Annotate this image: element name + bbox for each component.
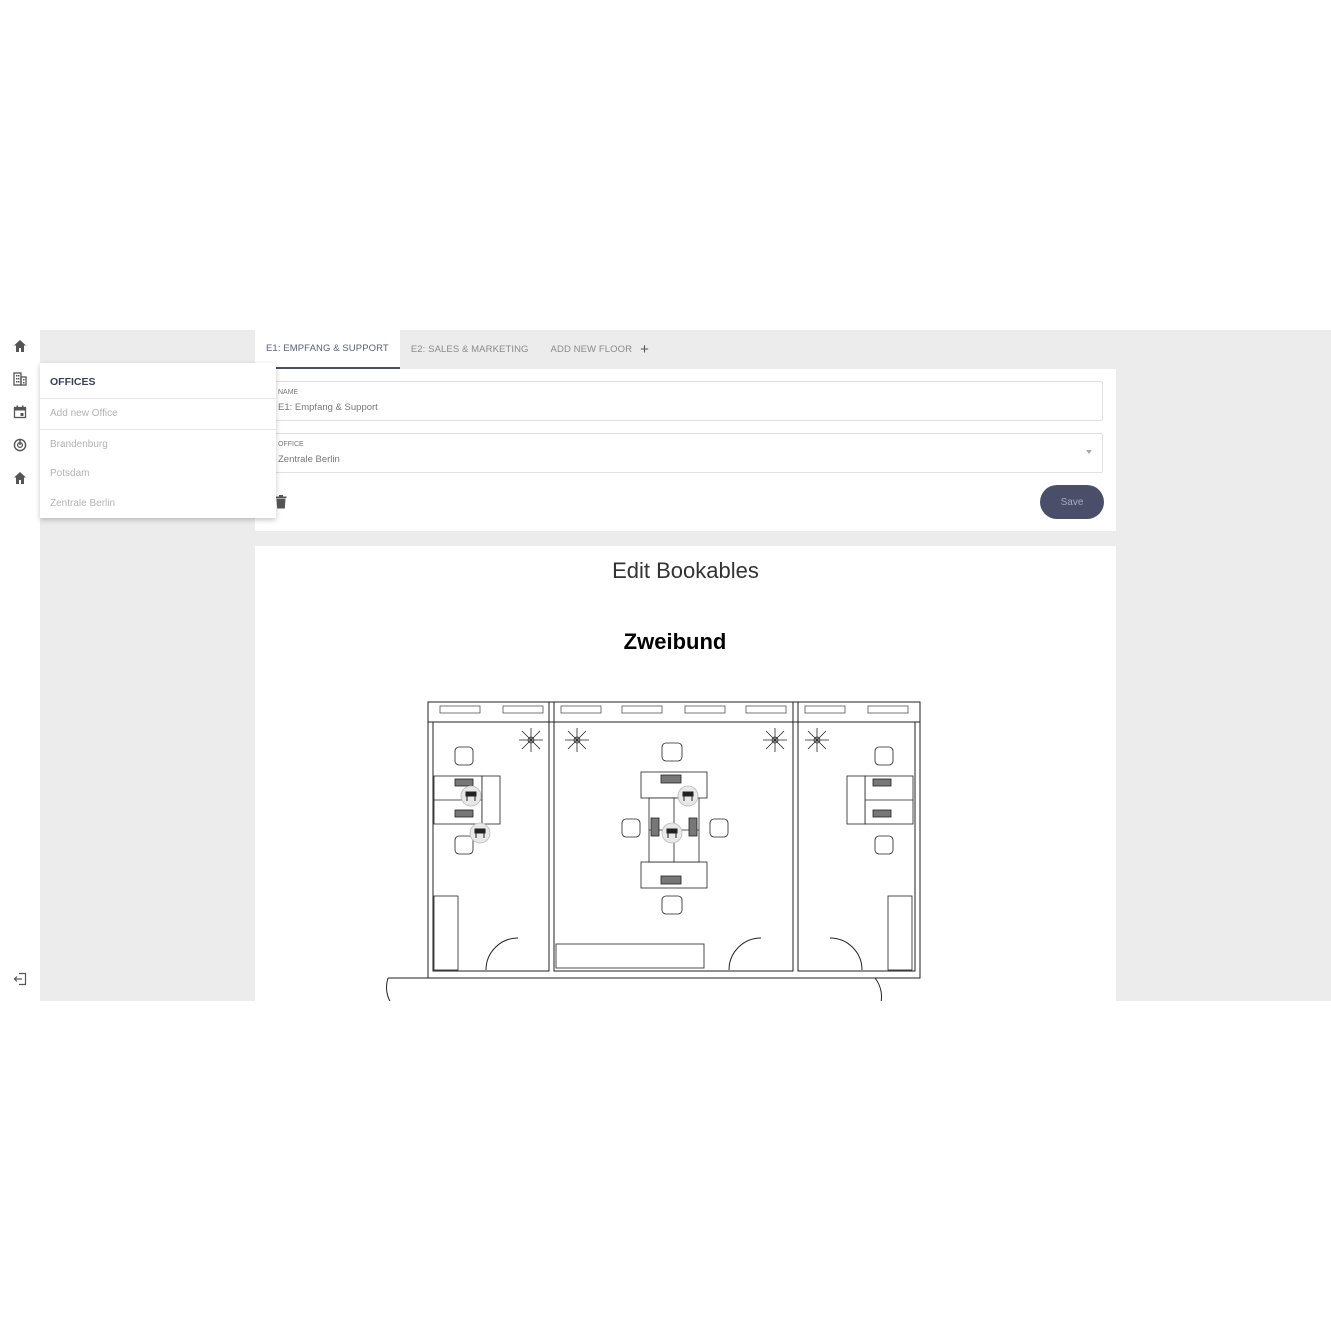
floor-form-card: NAME E1: Empfang & Support OFFICE Zentra… [255, 369, 1116, 531]
tab-floor-e1[interactable]: E1: EMPFANG & SUPPORT [255, 330, 400, 369]
office-building-icon[interactable] [8, 367, 32, 391]
add-new-office-item[interactable]: Add new Office [50, 408, 118, 419]
floor-name-field[interactable]: NAME E1: Empfang & Support [271, 381, 1103, 421]
bookable-seat-marker[interactable] [469, 822, 491, 844]
field-value: E1: Empfang & Support [278, 402, 378, 413]
offices-dropdown-menu: OFFICES Add new Office Brandenburg Potsd… [40, 363, 276, 518]
tab-label: ADD NEW FLOOR [550, 344, 633, 355]
floor-plan-title: Zweibund [624, 629, 727, 654]
office-select[interactable]: OFFICE Zentrale Berlin [271, 433, 1103, 473]
plus-icon: + [640, 341, 649, 358]
floor-tabs: E1: EMPFANG & SUPPORT E2: SALES & MARKET… [255, 330, 660, 369]
field-label: OFFICE [278, 441, 304, 448]
tab-label: E1: EMPFANG & SUPPORT [266, 343, 389, 354]
divider [40, 398, 276, 399]
dropdown-title: OFFICES [50, 376, 96, 388]
divider [40, 429, 276, 430]
calendar-icon[interactable] [8, 400, 32, 424]
home-icon[interactable] [8, 334, 32, 358]
tab-add-new-floor[interactable]: ADD NEW FLOOR + [540, 330, 660, 369]
dashboard-gauge-icon[interactable] [8, 433, 32, 457]
tab-label: E2: SALES & MARKETING [410, 344, 529, 355]
tab-floor-e2[interactable]: E2: SALES & MARKETING [400, 330, 540, 369]
plan-furniture [433, 742, 914, 971]
logout-icon[interactable] [8, 967, 32, 991]
chevron-down-icon [1086, 450, 1092, 454]
floor-plan: Zweibund [386, 629, 921, 1001]
field-label: NAME [278, 389, 299, 396]
office-item-brandenburg[interactable]: Brandenburg [50, 439, 108, 450]
sidebar [0, 330, 40, 1001]
office-item-zentrale-berlin[interactable]: Zentrale Berlin [50, 498, 115, 509]
office-item-potsdam[interactable]: Potsdam [50, 468, 89, 479]
bookable-seat-marker[interactable] [460, 785, 482, 807]
field-value: Zentrale Berlin [278, 454, 340, 465]
plan-windows [439, 705, 909, 714]
home-icon[interactable] [8, 466, 32, 490]
edit-bookables-card: Edit Bookables Zweibund [255, 546, 1116, 1001]
app-window: E1: EMPFANG & SUPPORT E2: SALES & MARKET… [0, 330, 1331, 1001]
delete-trash-icon[interactable] [275, 495, 289, 511]
bookable-seat-marker[interactable] [677, 785, 699, 807]
save-button[interactable]: Save [1040, 485, 1104, 519]
bookable-seat-marker[interactable] [661, 822, 683, 844]
